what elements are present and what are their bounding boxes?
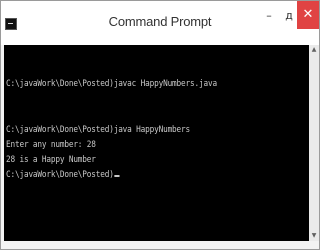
title-bar[interactable]: Command Prompt – д ✕ (1, 1, 319, 45)
text-cursor (114, 175, 120, 177)
console-output[interactable]: C:\javaWork\Done\Posted)javac HappyNumbe… (4, 45, 309, 241)
vertical-scrollbar[interactable]: ▲ ▼ (309, 45, 319, 241)
console-line: 28 is a Happy Number (6, 155, 96, 165)
console-line: Enter any number: 28 (6, 140, 96, 150)
maximize-button[interactable]: д (279, 5, 299, 27)
scroll-down-arrow-icon[interactable]: ▼ (309, 231, 319, 241)
command-prompt-window: Command Prompt – д ✕ C:\javaWork\Done\Po… (0, 0, 320, 250)
console-prompt: C:\javaWork\Done\Posted) (6, 170, 114, 180)
scroll-up-arrow-icon[interactable]: ▲ (309, 45, 319, 55)
minimize-button[interactable]: – (259, 5, 279, 27)
console-line: C:\javaWork\Done\Posted)javac HappyNumbe… (6, 79, 217, 89)
close-button[interactable]: ✕ (297, 1, 319, 29)
window-bottom-border (1, 241, 319, 249)
console-line: C:\javaWork\Done\Posted)java HappyNumber… (6, 125, 191, 135)
console-prompt-line: C:\javaWork\Done\Posted) (6, 170, 120, 180)
